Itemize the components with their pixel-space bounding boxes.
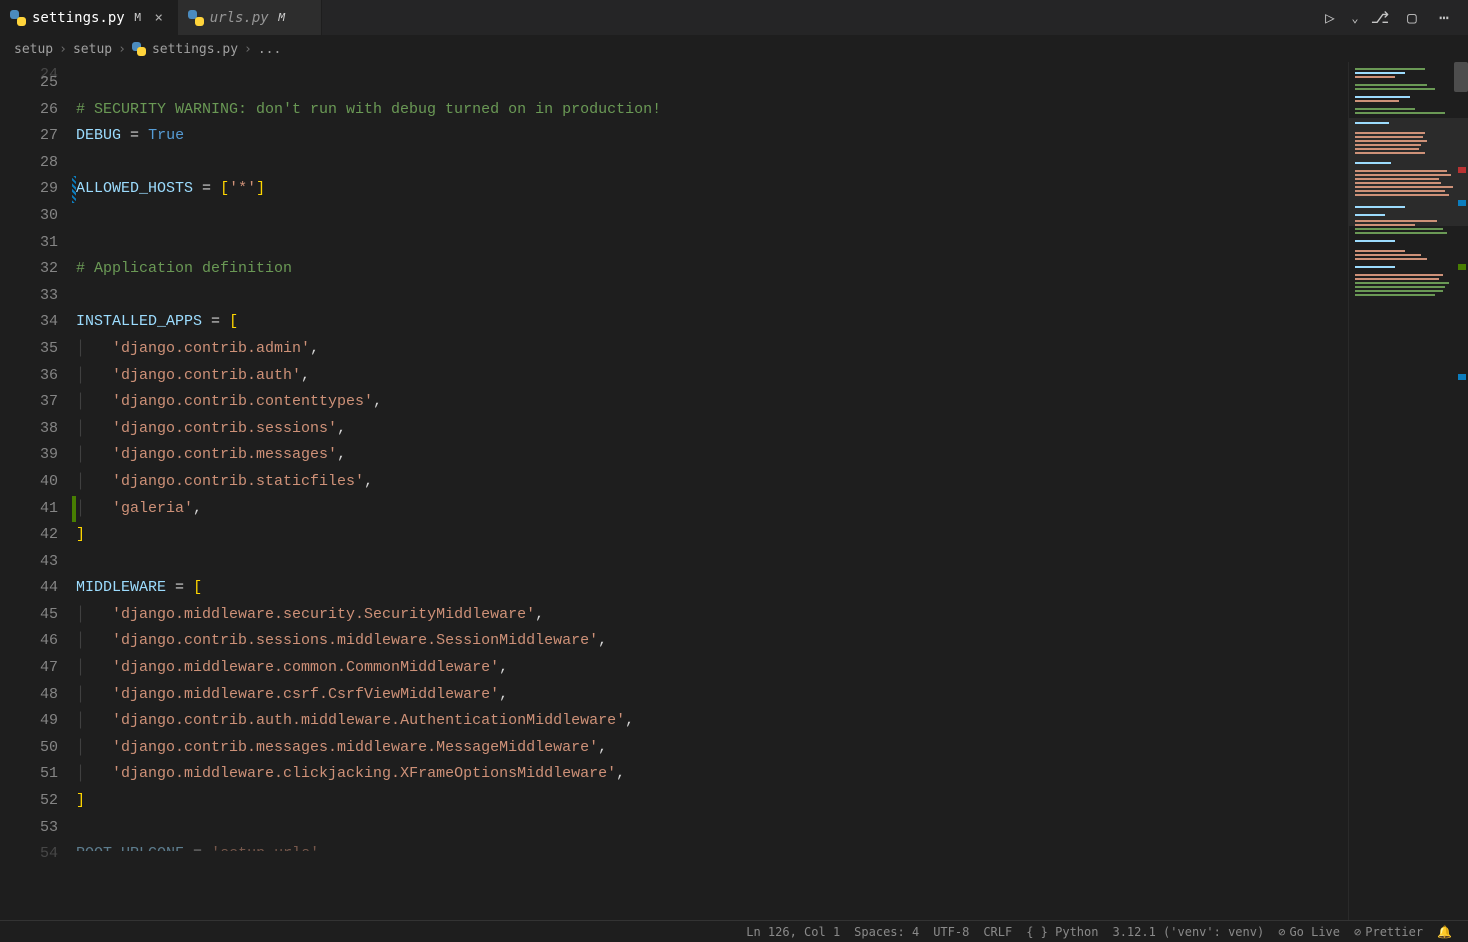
chevron-right-icon: › bbox=[118, 42, 126, 57]
marker-modified bbox=[1458, 200, 1466, 206]
tab-label: settings.py bbox=[32, 10, 125, 26]
tabs: settings.py M × urls.py M bbox=[0, 0, 322, 35]
status-language[interactable]: { } Python bbox=[1026, 925, 1098, 939]
tab-settings[interactable]: settings.py M × bbox=[0, 0, 178, 35]
breadcrumb-item[interactable]: settings.py bbox=[152, 42, 238, 57]
python-icon bbox=[10, 10, 26, 26]
chevron-right-icon: › bbox=[244, 42, 252, 57]
gutter-added-marker bbox=[72, 496, 76, 523]
status-interpreter[interactable]: 3.12.1 ('venv': venv) bbox=[1112, 925, 1264, 939]
tab-urls[interactable]: urls.py M bbox=[178, 0, 322, 35]
run-icon[interactable]: ▷ bbox=[1316, 4, 1344, 32]
chevron-right-icon: › bbox=[59, 42, 67, 57]
run-dropdown-icon[interactable]: ⌄ bbox=[1348, 4, 1362, 32]
breadcrumb-item[interactable]: setup bbox=[73, 42, 112, 57]
tab-actions: ▷ ⌄ ⎇ ▢ ⋯ bbox=[1306, 0, 1468, 35]
prettier-icon: ⊘ bbox=[1354, 925, 1361, 939]
overview-ruler bbox=[1454, 62, 1468, 920]
bell-icon[interactable]: 🔔 bbox=[1437, 925, 1452, 939]
more-icon[interactable]: ⋯ bbox=[1430, 4, 1458, 32]
gutter-modified-marker bbox=[72, 176, 76, 203]
line-gutter: 2425262728293031323334353637383940414243… bbox=[0, 62, 76, 920]
editor[interactable]: 2425262728293031323334353637383940414243… bbox=[0, 62, 1468, 920]
modified-badge: M bbox=[131, 11, 145, 24]
scrollbar-thumb[interactable] bbox=[1454, 62, 1468, 92]
status-encoding[interactable]: UTF-8 bbox=[933, 925, 969, 939]
breadcrumb-item[interactable]: setup bbox=[14, 42, 53, 57]
tab-label: urls.py bbox=[210, 10, 269, 26]
status-bar: Ln 126, Col 1 Spaces: 4 UTF-8 CRLF { } P… bbox=[0, 920, 1468, 942]
minimap[interactable] bbox=[1348, 62, 1468, 920]
status-spaces[interactable]: Spaces: 4 bbox=[854, 925, 919, 939]
status-eol[interactable]: CRLF bbox=[983, 925, 1012, 939]
code-area[interactable]: SECRET_KEY = str(os.getenv('SECRET_KEY')… bbox=[76, 62, 1348, 920]
split-editor-icon[interactable]: ▢ bbox=[1398, 4, 1426, 32]
broadcast-icon: ⊘ bbox=[1278, 925, 1285, 939]
breadcrumb-item[interactable]: ... bbox=[258, 42, 281, 57]
marker-modified bbox=[1458, 374, 1466, 380]
breadcrumb[interactable]: setup › setup › settings.py › ... bbox=[0, 36, 1468, 62]
status-golive[interactable]: ⊘ Go Live bbox=[1278, 925, 1340, 939]
python-icon bbox=[188, 10, 204, 26]
tab-bar: settings.py M × urls.py M ▷ ⌄ ⎇ ▢ ⋯ bbox=[0, 0, 1468, 36]
close-icon[interactable]: × bbox=[151, 10, 167, 26]
python-icon bbox=[132, 42, 146, 56]
modified-badge: M bbox=[275, 11, 289, 24]
minimap-slider[interactable] bbox=[1349, 118, 1468, 226]
marker-added bbox=[1458, 264, 1466, 270]
status-linecol[interactable]: Ln 126, Col 1 bbox=[746, 925, 840, 939]
status-prettier[interactable]: ⊘ Prettier bbox=[1354, 925, 1423, 939]
marker-error bbox=[1458, 167, 1466, 173]
compare-icon[interactable]: ⎇ bbox=[1366, 4, 1394, 32]
